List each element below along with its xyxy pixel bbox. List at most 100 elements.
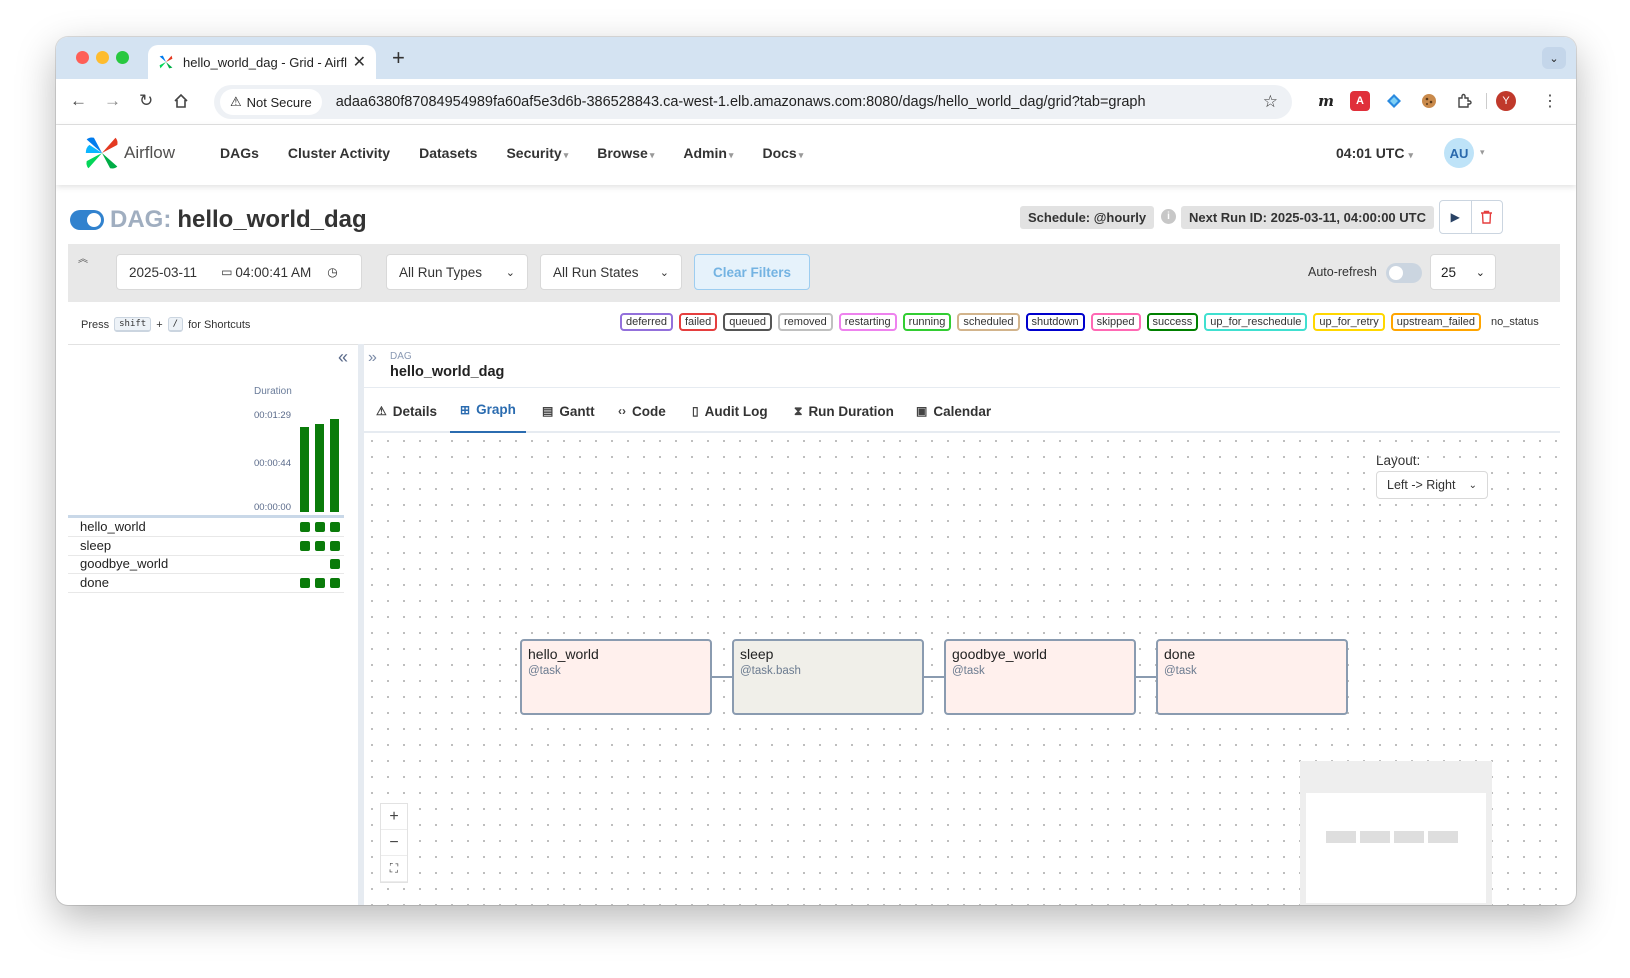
graph-canvas[interactable]: Layout: Left -> Right ⌄ hello_world @task… bbox=[364, 433, 1560, 905]
zoom-out-button[interactable]: − bbox=[381, 830, 407, 856]
task-instance-success[interactable] bbox=[315, 522, 325, 532]
tab-search-button[interactable]: ⌄ bbox=[1542, 47, 1566, 69]
task-node[interactable]: goodbye_world @task bbox=[944, 639, 1136, 715]
user-avatar[interactable]: AU bbox=[1444, 138, 1474, 168]
collapse-grid-icon[interactable]: « bbox=[338, 347, 348, 368]
extension-diamond-icon[interactable] bbox=[1384, 91, 1404, 111]
address-bar[interactable]: ⚠ Not Secure adaa6380f87084954989fa60af5… bbox=[214, 85, 1292, 119]
reload-icon[interactable]: ↻ bbox=[139, 91, 153, 111]
run-state-select[interactable]: All Run States ⌄ bbox=[540, 254, 682, 290]
menu-datasets[interactable]: Datasets bbox=[419, 145, 477, 161]
minimap-viewport[interactable] bbox=[1306, 793, 1486, 903]
task-instance-success[interactable] bbox=[330, 559, 340, 569]
tab-code[interactable]: ‹› Code bbox=[618, 388, 666, 434]
task-row[interactable]: sleep bbox=[68, 537, 344, 556]
menu-security[interactable]: Security ▾ bbox=[506, 145, 568, 161]
task-instance-success[interactable] bbox=[330, 522, 340, 532]
clock-icon[interactable]: ◷ bbox=[327, 265, 337, 279]
expand-grid-icon[interactable]: » bbox=[368, 349, 377, 367]
collapse-filters-icon[interactable]: ︽ bbox=[78, 250, 88, 265]
legend-no-status[interactable]: no_status bbox=[1491, 316, 1539, 328]
delete-dag-button[interactable] bbox=[1472, 201, 1503, 233]
info-icon[interactable]: i bbox=[1161, 209, 1176, 224]
extension-pdf-icon[interactable]: A bbox=[1350, 91, 1370, 111]
task-instance-success[interactable] bbox=[300, 540, 310, 551]
user-caret-icon[interactable]: ▾ bbox=[1480, 147, 1485, 158]
legend-deferred[interactable]: deferred bbox=[620, 313, 673, 331]
home-icon[interactable] bbox=[173, 93, 189, 109]
task-instance-success[interactable] bbox=[300, 577, 310, 588]
legend-running[interactable]: running bbox=[902, 313, 952, 331]
breadcrumb-dag-name[interactable]: hello_world_dag bbox=[390, 364, 504, 380]
maximize-window-button[interactable] bbox=[116, 51, 129, 64]
bookmark-star-icon[interactable]: ☆ bbox=[1263, 92, 1278, 112]
legend-scheduled[interactable]: scheduled bbox=[957, 313, 1020, 331]
base-date-input[interactable]: 2025-03-11 ▭ 04:00:41 AM ◷ bbox=[116, 254, 362, 290]
task-name[interactable]: hello_world bbox=[80, 519, 146, 534]
calendar-icon[interactable]: ▭ bbox=[221, 265, 232, 279]
extensions-puzzle-icon[interactable] bbox=[1454, 91, 1474, 111]
tab-run-duration[interactable]: ⧗ Run Duration bbox=[794, 388, 894, 434]
menu-cluster-activity[interactable]: Cluster Activity bbox=[288, 145, 390, 161]
url-text[interactable]: adaa6380f87084954989fa60af5e3d6b-3865288… bbox=[336, 94, 1146, 110]
task-instance-success[interactable] bbox=[330, 577, 340, 588]
task-row[interactable]: done bbox=[68, 574, 344, 593]
profile-avatar[interactable]: Y bbox=[1496, 91, 1516, 111]
new-tab-button[interactable]: + bbox=[392, 45, 405, 71]
menu-docs[interactable]: Docs ▾ bbox=[762, 145, 803, 161]
minimize-window-button[interactable] bbox=[96, 51, 109, 64]
task-instance-success[interactable] bbox=[330, 540, 340, 551]
run-type-select[interactable]: All Run Types ⌄ bbox=[386, 254, 528, 290]
airflow-logo[interactable]: Airflow bbox=[84, 135, 175, 171]
legend-shutdown[interactable]: shutdown bbox=[1025, 313, 1085, 331]
tab-audit-log[interactable]: ▯ Audit Log bbox=[692, 388, 768, 434]
task-instance-success[interactable] bbox=[315, 540, 325, 551]
extension-cookie-icon[interactable] bbox=[1419, 91, 1439, 111]
legend-success[interactable]: success bbox=[1146, 313, 1199, 331]
fit-view-button[interactable]: ⛶ bbox=[381, 856, 407, 882]
menu-admin[interactable]: Admin ▾ bbox=[683, 145, 733, 161]
back-icon[interactable]: ← bbox=[70, 91, 87, 111]
trigger-dag-button[interactable]: ▶ bbox=[1440, 201, 1472, 233]
browser-tab[interactable]: hello_world_dag - Grid - Airfl ✕ bbox=[148, 45, 376, 79]
run-duration-bar[interactable] bbox=[300, 427, 309, 512]
timezone-menu[interactable]: 04:01 UTC ▾ bbox=[1336, 145, 1413, 161]
legend-restarting[interactable]: restarting bbox=[838, 313, 897, 331]
task-node[interactable]: done @task bbox=[1156, 639, 1348, 715]
menu-dags[interactable]: DAGs bbox=[220, 145, 259, 161]
task-node[interactable]: hello_world @task bbox=[520, 639, 712, 715]
run-duration-bar[interactable] bbox=[315, 424, 324, 512]
task-instance-success[interactable] bbox=[300, 522, 310, 532]
layout-select[interactable]: Left -> Right ⌄ bbox=[1376, 471, 1488, 499]
tab-gantt[interactable]: ▤ Gantt bbox=[542, 388, 595, 434]
tab-graph[interactable]: ⊞ Graph bbox=[450, 388, 526, 434]
legend-queued[interactable]: queued bbox=[723, 313, 772, 331]
legend-removed[interactable]: removed bbox=[778, 313, 833, 331]
browser-menu-icon[interactable]: ⋮ bbox=[1540, 91, 1560, 111]
task-instance-success[interactable] bbox=[315, 577, 325, 588]
menu-browse[interactable]: Browse ▾ bbox=[597, 145, 654, 161]
run-duration-bar[interactable] bbox=[330, 419, 339, 512]
task-row[interactable]: goodbye_world bbox=[68, 555, 344, 574]
extension-m-icon[interactable]: m bbox=[1316, 91, 1336, 111]
forward-icon[interactable]: → bbox=[104, 91, 121, 111]
legend-up-for-retry[interactable]: up_for_retry bbox=[1313, 313, 1385, 331]
legend-skipped[interactable]: skipped bbox=[1090, 313, 1141, 331]
security-indicator[interactable]: ⚠ Not Secure bbox=[220, 89, 322, 115]
tab-calendar[interactable]: ▣ Calendar bbox=[916, 388, 991, 434]
legend-up-for-reschedule[interactable]: up_for_reschedule bbox=[1204, 313, 1308, 331]
task-name[interactable]: done bbox=[80, 575, 109, 590]
dag-pause-toggle[interactable] bbox=[70, 210, 104, 230]
legend-upstream-failed[interactable]: upstream_failed bbox=[1390, 313, 1481, 331]
zoom-in-button[interactable]: + bbox=[381, 804, 407, 830]
close-tab-icon[interactable]: ✕ bbox=[353, 52, 366, 72]
task-name[interactable]: sleep bbox=[80, 538, 111, 553]
legend-failed[interactable]: failed bbox=[678, 313, 718, 331]
auto-refresh-toggle[interactable] bbox=[1386, 263, 1422, 283]
clear-filters-button[interactable]: Clear Filters bbox=[694, 254, 810, 290]
page-size-select[interactable]: 25 ⌄ bbox=[1430, 254, 1496, 290]
close-window-button[interactable] bbox=[76, 51, 89, 64]
tab-details[interactable]: ⚠ Details bbox=[376, 388, 437, 434]
task-name[interactable]: goodbye_world bbox=[80, 556, 168, 571]
task-row[interactable]: hello_world bbox=[68, 518, 344, 537]
